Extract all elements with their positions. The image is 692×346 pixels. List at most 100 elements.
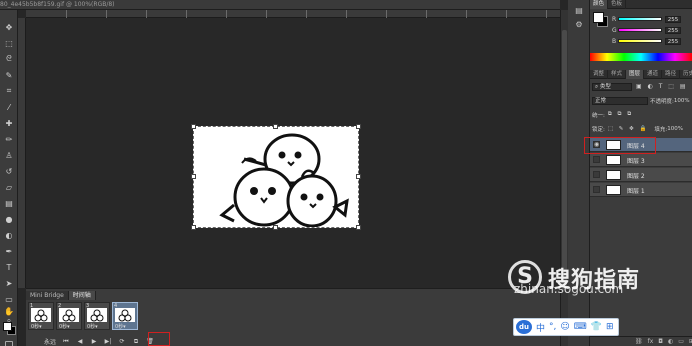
tab-styles[interactable]: 样式 <box>608 70 627 79</box>
animation-frame[interactable]: 1 0秒▾ <box>28 302 54 330</box>
layer-name[interactable]: 图层 1 <box>627 186 645 195</box>
tab-timeline[interactable]: 时间轴 <box>68 291 96 300</box>
emoji-icon[interactable]: ☺ <box>560 322 569 332</box>
frame-duration[interactable]: 0秒▾ <box>115 323 126 330</box>
lock-label: 锁定: <box>592 126 605 133</box>
color-slider-b[interactable]: B 255 <box>612 37 692 45</box>
menu-icon[interactable]: ⊞ <box>606 322 614 332</box>
tab-adjustments[interactable]: 调整 <box>590 70 609 79</box>
tab-paths[interactable]: 路径 <box>662 70 681 79</box>
transform-handle[interactable] <box>273 124 278 129</box>
shape-icon[interactable]: ▭ <box>3 294 15 304</box>
ime-mode[interactable]: 中 <box>536 321 545 334</box>
tab-layers[interactable]: 图层 <box>626 70 645 79</box>
layer-name[interactable]: 图层 3 <box>627 156 645 165</box>
duplicate-frame-icon[interactable]: ⧉ <box>132 338 140 346</box>
transform-handle[interactable] <box>191 124 196 129</box>
transform-handle[interactable] <box>191 174 196 179</box>
slider-track[interactable] <box>618 39 662 43</box>
slider-value[interactable]: 255 <box>665 15 681 23</box>
tab-mini-bridge[interactable]: Mini Bridge <box>26 291 69 300</box>
mask-icon[interactable]: ◘ <box>658 338 663 345</box>
lasso-icon[interactable]: ᘓ <box>3 54 15 64</box>
dodge-icon[interactable]: ◐ <box>3 230 15 240</box>
tab-swatches[interactable]: 色板 <box>608 0 627 9</box>
document-canvas[interactable] <box>193 126 359 228</box>
layer-row[interactable]: 图层 2 <box>590 168 692 182</box>
tab-history[interactable]: 历史 <box>680 70 692 79</box>
link-icon[interactable]: ⛓ <box>635 338 643 345</box>
history-brush-icon[interactable]: ↺ <box>3 166 15 176</box>
transform-handle[interactable] <box>356 174 361 179</box>
gradient-icon[interactable]: ▤ <box>3 198 15 208</box>
type-icon[interactable]: T <box>3 262 15 272</box>
skin-icon[interactable]: 👕 <box>591 322 602 332</box>
folder-icon[interactable]: ▭ <box>678 338 684 345</box>
tween-icon[interactable]: ⟳ <box>118 338 126 345</box>
eyedropper-icon[interactable]: ⁄ <box>3 102 15 112</box>
eye-icon[interactable] <box>593 156 600 163</box>
transform-handle[interactable] <box>356 124 361 129</box>
crop-icon[interactable]: ⌗ <box>3 86 15 96</box>
eye-icon[interactable] <box>593 186 600 193</box>
slider-track[interactable] <box>618 28 662 32</box>
tab-color[interactable]: 颜色 <box>590 0 609 9</box>
lock-icons[interactable]: ⬚ ✎ ✥ 🔒 <box>608 126 649 132</box>
fx-icon[interactable]: fx <box>648 338 654 345</box>
keyboard-icon[interactable]: ⌨ <box>574 322 587 332</box>
first-frame-icon[interactable]: ⏮ <box>62 338 70 346</box>
color-slider-r[interactable]: R 255 <box>612 15 692 23</box>
document-tab[interactable]: 80_4e45b5b8f159.gif @ 100%(RGB/8) <box>0 0 560 10</box>
frame-duration[interactable]: 0秒▾ <box>31 323 42 330</box>
marquee-icon[interactable]: ⬚ <box>3 38 15 48</box>
ime-toolbar[interactable]: du 中 °, ☺ ⌨ 👕 ⊞ <box>513 318 619 336</box>
layer-name[interactable]: 图层 2 <box>627 171 645 180</box>
next-frame-icon[interactable]: ▶| <box>104 338 112 345</box>
frame-duration[interactable]: 0秒▾ <box>87 323 98 330</box>
move-icon[interactable]: ✥ <box>3 22 15 32</box>
clone-stamp-icon[interactable]: ♙ <box>3 150 15 160</box>
unify-icons[interactable]: ⧉ ⧉ ⧉ <box>608 111 633 118</box>
quick-mask-icon[interactable] <box>5 341 13 346</box>
animation-frame[interactable]: 3 0秒▾ <box>84 302 110 330</box>
play-icon[interactable]: ▶ <box>90 338 98 345</box>
path-select-icon[interactable]: ➤ <box>3 278 15 288</box>
pen-icon[interactable]: ✒ <box>3 246 15 256</box>
color-slider-g[interactable]: G 255 <box>612 26 692 34</box>
properties-panel-icon[interactable]: ⚙ <box>573 20 585 30</box>
healing-brush-icon[interactable]: ✚ <box>3 118 15 128</box>
opacity-value[interactable]: 100% <box>674 98 690 104</box>
slider-value[interactable]: 255 <box>665 37 681 45</box>
transform-handle[interactable] <box>273 225 278 230</box>
panel-foreground-swatch[interactable] <box>593 12 604 23</box>
color-spectrum[interactable] <box>590 53 692 61</box>
adjustment-icon[interactable]: ◐ <box>668 338 673 345</box>
brush-icon[interactable]: ✏ <box>3 134 15 144</box>
eye-icon[interactable] <box>593 171 600 178</box>
slider-value[interactable]: 255 <box>665 26 681 34</box>
tab-channels[interactable]: 通道 <box>644 70 663 79</box>
foreground-color-swatch[interactable] <box>3 322 12 331</box>
transform-handle[interactable] <box>356 225 361 230</box>
blend-mode-select[interactable]: 正常 <box>592 96 648 105</box>
frame-duration[interactable]: 0秒▾ <box>59 323 70 330</box>
punctuation-icon[interactable]: °, <box>549 322 556 332</box>
layer-filter-select[interactable]: ⌕ 类型 <box>592 82 632 91</box>
fill-value[interactable]: 100% <box>667 126 683 132</box>
slider-track[interactable] <box>618 17 662 21</box>
blur-icon[interactable]: ● <box>3 214 15 224</box>
animation-frame[interactable]: 2 0秒▾ <box>56 302 82 330</box>
prev-frame-icon[interactable]: ◀ <box>76 338 84 345</box>
loop-select[interactable]: 永远 <box>28 337 56 346</box>
quick-select-icon[interactable]: ✎ <box>3 70 15 80</box>
layer-row[interactable]: 图层 1 <box>590 183 692 197</box>
animation-frame[interactable]: 4 0秒▾ <box>112 302 138 330</box>
scrollbar-thumb[interactable] <box>562 30 567 290</box>
layer-row[interactable]: 图层 3 <box>590 153 692 167</box>
transform-handle[interactable] <box>191 225 196 230</box>
filter-icons[interactable]: ▣ ◐ T ⬚ ▤ <box>636 83 688 90</box>
baidu-ime-logo[interactable]: du <box>516 320 532 334</box>
eraser-icon[interactable]: ▱ <box>3 182 15 192</box>
history-panel-icon[interactable]: ▤ <box>573 6 585 16</box>
hand-icon[interactable]: ✋ <box>3 306 15 316</box>
